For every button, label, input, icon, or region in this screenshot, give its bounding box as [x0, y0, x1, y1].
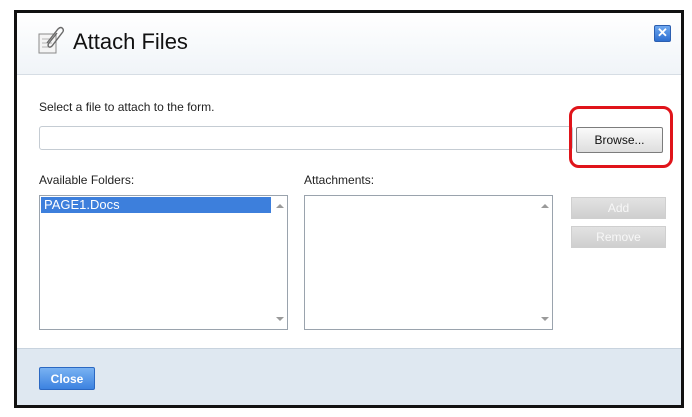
close-x-icon[interactable]: ✕: [654, 25, 671, 42]
scroll-up-arrow-icon[interactable]: [276, 204, 284, 208]
browse-button[interactable]: Browse...: [576, 127, 663, 153]
add-button[interactable]: Add: [571, 197, 666, 219]
attach-files-dialog: Attach Files ✕ Select a file to attach t…: [14, 10, 684, 408]
dialog-title-bar: Attach Files ✕: [17, 13, 681, 75]
available-folders-label: Available Folders:: [39, 173, 135, 187]
attachments-label: Attachments:: [304, 173, 375, 187]
scroll-down-arrow-icon[interactable]: [541, 317, 549, 321]
dialog-title: Attach Files: [73, 29, 188, 54]
paperclip-document-icon: [38, 26, 65, 54]
remove-button[interactable]: Remove: [571, 226, 666, 248]
attachments-list[interactable]: [304, 195, 553, 330]
close-button[interactable]: Close: [39, 367, 95, 390]
folder-list-item[interactable]: PAGE1.Docs: [41, 197, 271, 213]
scroll-up-arrow-icon[interactable]: [541, 204, 549, 208]
instruction-text: Select a file to attach to the form.: [39, 100, 215, 114]
folders-scrollbar[interactable]: [272, 196, 287, 329]
file-path-input[interactable]: [39, 126, 573, 150]
scroll-down-arrow-icon[interactable]: [276, 317, 284, 321]
dialog-footer: Close: [17, 348, 681, 405]
attachments-scrollbar[interactable]: [537, 196, 552, 329]
available-folders-list[interactable]: PAGE1.Docs: [39, 195, 288, 330]
